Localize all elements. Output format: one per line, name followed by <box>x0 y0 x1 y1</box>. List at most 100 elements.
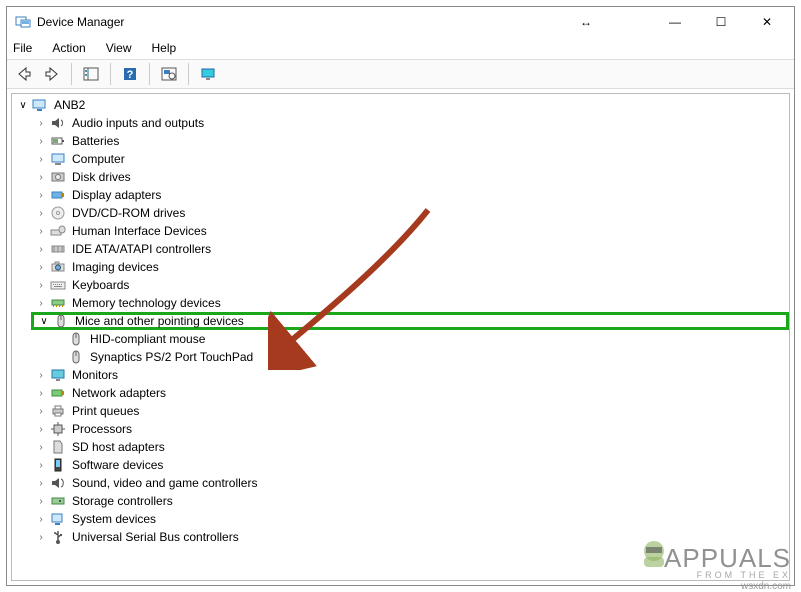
twisty-icon[interactable]: › <box>34 154 48 165</box>
tree-category[interactable]: ›Processors <box>34 420 789 438</box>
back-arrow-icon <box>16 66 32 82</box>
twisty-icon[interactable]: › <box>34 370 48 381</box>
tree-category[interactable]: ›Network adapters <box>34 384 789 402</box>
twisty-icon[interactable]: › <box>34 208 48 219</box>
titlebar[interactable]: Device Manager ↔ — ☐ ✕ <box>7 7 794 37</box>
twisty-icon[interactable]: › <box>34 172 48 183</box>
category-label: DVD/CD-ROM drives <box>70 206 187 220</box>
resize-indicator-icon: ↔ <box>580 15 592 29</box>
menu-view[interactable]: View <box>104 39 134 57</box>
device-label: Synaptics PS/2 Port TouchPad <box>88 350 255 364</box>
help-button[interactable]: ? <box>119 63 141 85</box>
twisty-icon[interactable]: › <box>34 406 48 417</box>
category-label: Disk drives <box>70 170 133 184</box>
computer-icon <box>50 151 66 167</box>
help-icon: ? <box>122 66 138 82</box>
tree-category[interactable]: ›Software devices <box>34 456 789 474</box>
svg-text:?: ? <box>127 69 134 81</box>
category-label: Human Interface Devices <box>70 224 209 238</box>
tree-category[interactable]: ›Display adapters <box>34 186 789 204</box>
twisty-icon[interactable]: ∨ <box>37 316 51 327</box>
menu-help[interactable]: Help <box>150 39 179 57</box>
network-icon <box>50 385 66 401</box>
maximize-button[interactable]: ☐ <box>698 7 744 37</box>
scan-hardware-button[interactable] <box>158 63 180 85</box>
source-label: wsxdn.com <box>741 581 791 592</box>
twisty-icon[interactable]: › <box>34 532 48 543</box>
tree-category[interactable]: ›System devices <box>34 510 789 528</box>
twisty-icon[interactable]: › <box>34 442 48 453</box>
tree-category[interactable]: ›SD host adapters <box>34 438 789 456</box>
twisty-icon[interactable]: › <box>34 136 48 147</box>
twisty-icon[interactable]: ∨ <box>16 100 30 111</box>
audio-icon <box>50 115 66 131</box>
system-icon <box>50 511 66 527</box>
category-label: Mice and other pointing devices <box>73 314 246 328</box>
twisty-icon[interactable]: › <box>34 460 48 471</box>
twisty-icon[interactable]: › <box>34 280 48 291</box>
back-button[interactable] <box>13 63 35 85</box>
twisty-icon[interactable]: › <box>34 424 48 435</box>
ide-icon <box>50 241 66 257</box>
twisty-icon[interactable]: › <box>34 514 48 525</box>
twisty-icon[interactable]: › <box>34 226 48 237</box>
forward-button[interactable] <box>41 63 63 85</box>
tree-category[interactable]: ›Memory technology devices <box>34 294 789 312</box>
toolbar: ? <box>7 59 794 89</box>
disk-icon <box>50 169 66 185</box>
processor-icon <box>50 421 66 437</box>
menu-action[interactable]: Action <box>50 39 87 57</box>
print-icon <box>50 403 66 419</box>
tree-category[interactable]: › Human Interface Devices <box>34 222 789 240</box>
category-label: Imaging devices <box>70 260 161 274</box>
monitor-icon <box>50 367 66 383</box>
twisty-icon[interactable]: › <box>34 118 48 129</box>
twisty-icon[interactable]: › <box>34 298 48 309</box>
tree-root[interactable]: ∨ ANB2 ›Audio inputs and outputs › Batter… <box>16 96 789 546</box>
tree-view-icon <box>83 66 99 82</box>
root-label: ANB2 <box>52 98 87 112</box>
tree-category[interactable]: ›Universal Serial Bus controllers <box>34 528 789 546</box>
tree-category[interactable]: ›Audio inputs and outputs <box>34 114 789 132</box>
category-label: Batteries <box>70 134 121 148</box>
tree-category[interactable]: ›IDE ATA/ATAPI controllers <box>34 240 789 258</box>
twisty-icon[interactable]: › <box>34 244 48 255</box>
category-label: Print queues <box>70 404 141 418</box>
close-button[interactable]: ✕ <box>744 7 790 37</box>
tree-category[interactable]: › Disk drives <box>34 168 789 186</box>
display-adapter-icon <box>50 187 66 203</box>
tree-device[interactable]: Synaptics PS/2 Port TouchPad <box>52 348 789 366</box>
tree-category[interactable]: › Print queues <box>34 402 789 420</box>
tree-device[interactable]: HID-compliant mouse <box>52 330 789 348</box>
minimize-button[interactable]: — <box>652 7 698 37</box>
minimize-icon: — <box>669 15 681 29</box>
usb-icon <box>50 529 66 545</box>
category-label: Sound, video and game controllers <box>70 476 259 490</box>
show-hide-tree-button[interactable] <box>80 63 102 85</box>
maximize-icon: ☐ <box>716 15 727 29</box>
sound-icon <box>50 475 66 491</box>
tree-category[interactable]: ›Keyboards <box>34 276 789 294</box>
device-tree[interactable]: ∨ ANB2 ›Audio inputs and outputs › Batter… <box>11 93 790 581</box>
tree-category[interactable]: › Batteries <box>34 132 789 150</box>
category-label: Storage controllers <box>70 494 175 508</box>
tree-category[interactable]: › Imaging devices <box>34 258 789 276</box>
twisty-icon[interactable]: › <box>34 478 48 489</box>
tree-category[interactable]: › Sound, video and game controllers <box>34 474 789 492</box>
menu-file[interactable]: File <box>11 39 34 57</box>
twisty-icon[interactable]: › <box>34 388 48 399</box>
hid-icon <box>50 223 66 239</box>
twisty-icon[interactable]: › <box>34 190 48 201</box>
twisty-icon[interactable]: › <box>34 262 48 273</box>
category-label: Monitors <box>70 368 120 382</box>
monitor-button[interactable] <box>197 63 219 85</box>
tree-category[interactable]: › Storage controllers <box>34 492 789 510</box>
window-title: Device Manager <box>37 15 124 29</box>
keyboard-icon <box>50 277 66 293</box>
tree-category[interactable]: › DVD/CD-ROM drives <box>34 204 789 222</box>
twisty-icon[interactable]: › <box>34 496 48 507</box>
storage-icon <box>50 493 66 509</box>
tree-category[interactable]: › Monitors <box>34 366 789 384</box>
tree-category[interactable]: ›Computer <box>34 150 789 168</box>
tree-category-mice[interactable]: ∨ Mice and other pointing devices HID-co… <box>34 312 789 366</box>
